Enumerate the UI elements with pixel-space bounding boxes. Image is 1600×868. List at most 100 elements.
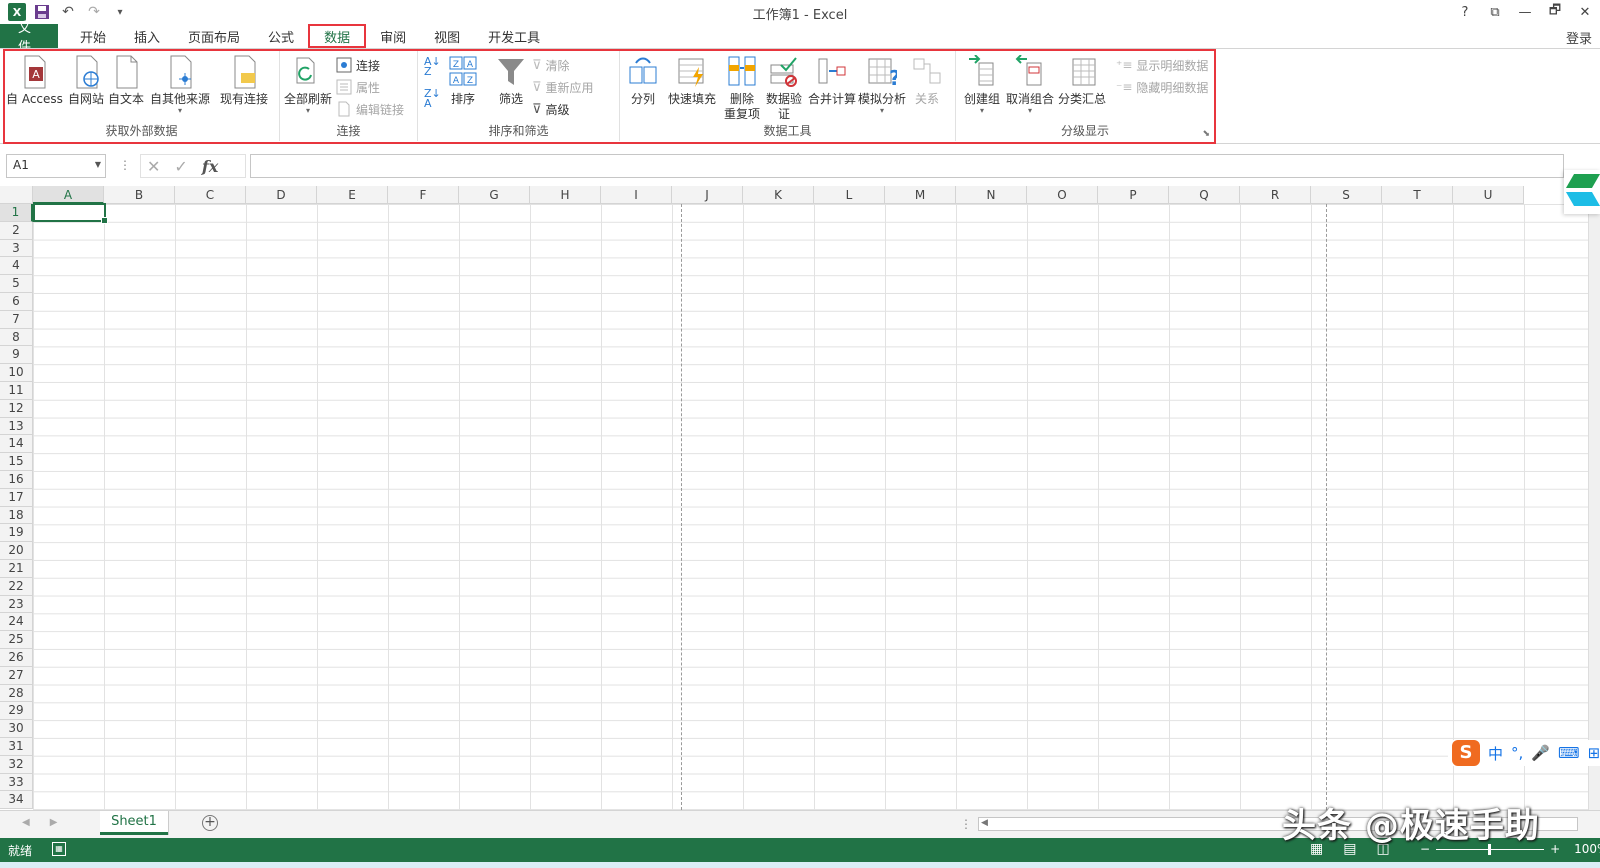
row-header[interactable]: 24 [0, 613, 33, 632]
column-header[interactable]: T [1382, 186, 1453, 204]
text-to-columns-button[interactable]: 分列 [628, 55, 658, 107]
microphone-icon[interactable]: 🎤 [1531, 744, 1550, 762]
row-header[interactable]: 3 [0, 239, 33, 258]
name-box[interactable]: A1 ▼ [6, 154, 106, 178]
column-header[interactable]: N [956, 186, 1027, 204]
tab-home[interactable]: 开始 [66, 24, 120, 48]
sort-ascending-button[interactable]: A↓ Z [424, 56, 441, 77]
row-header[interactable]: 8 [0, 328, 33, 347]
toolbox-icon[interactable]: ⊞ [1588, 744, 1600, 762]
column-header[interactable]: A [33, 186, 104, 204]
row-header[interactable]: 25 [0, 631, 33, 649]
ime-language[interactable]: 中 [1488, 743, 1503, 764]
row-header[interactable]: 31 [0, 738, 33, 756]
enter-icon[interactable]: ✓ [174, 157, 187, 176]
drag-handle-icon[interactable]: ⋮ [119, 158, 131, 172]
row-header[interactable]: 15 [0, 453, 33, 471]
filter-button[interactable]: 筛选 [496, 55, 526, 107]
close-icon[interactable]: ✕ [1576, 2, 1594, 22]
from-text-button[interactable]: 自文本 [108, 55, 144, 107]
macro-record-icon[interactable]: ▦ [52, 842, 66, 856]
vertical-scrollbar[interactable] [1588, 186, 1600, 810]
reapply-filter-button[interactable]: ⊽ 重新应用 [532, 77, 594, 97]
from-other-sources-button[interactable]: 自其他来源 ▾ [150, 55, 210, 115]
login-link[interactable]: 登录 [1566, 28, 1592, 47]
tab-insert[interactable]: 插入 [120, 24, 174, 48]
cell-area[interactable] [33, 204, 1588, 810]
column-header[interactable]: I [601, 186, 672, 204]
edit-links-button[interactable]: 编辑链接 [336, 99, 404, 119]
show-detail-button[interactable]: ⁺≡ 显示明细数据 [1116, 55, 1208, 75]
row-header[interactable]: 14 [0, 435, 33, 454]
active-cell[interactable] [33, 203, 108, 224]
column-header[interactable]: E [317, 186, 388, 204]
clear-filter-button[interactable]: ⊽ 清除 [532, 55, 570, 75]
column-header[interactable]: Q [1169, 186, 1240, 204]
side-app-logo[interactable] [1564, 170, 1600, 214]
help-icon[interactable]: ? [1456, 2, 1474, 22]
tab-data[interactable]: 数据 [308, 24, 367, 48]
select-all-corner[interactable] [0, 186, 33, 204]
scroll-left-icon[interactable]: ◀ [981, 818, 988, 828]
row-header[interactable]: 28 [0, 684, 33, 703]
row-header[interactable]: 17 [0, 488, 33, 507]
consolidate-button[interactable]: 合并计算 [808, 55, 856, 107]
row-header[interactable]: 2 [0, 221, 33, 240]
column-header[interactable]: M [885, 186, 956, 204]
sheet-tab[interactable]: Sheet1 [100, 811, 168, 835]
column-header[interactable]: C [175, 186, 246, 204]
flash-fill-button[interactable]: 快速填充 [668, 55, 716, 107]
column-header[interactable]: S [1311, 186, 1382, 204]
column-header[interactable]: O [1027, 186, 1098, 204]
advanced-filter-button[interactable]: ⊽ 高级 [532, 99, 570, 119]
tab-file[interactable]: 文件 [0, 21, 58, 55]
tab-page-layout[interactable]: 页面布局 [174, 24, 254, 48]
row-header[interactable]: 30 [0, 720, 33, 738]
add-sheet-icon[interactable]: + [202, 815, 218, 831]
next-sheet-icon[interactable]: ▶ [50, 817, 58, 828]
tab-developer[interactable]: 开发工具 [474, 24, 554, 48]
subtotal-button[interactable]: 分类汇总 [1058, 55, 1106, 107]
row-header[interactable]: 6 [0, 293, 33, 311]
row-header[interactable]: 20 [0, 542, 33, 560]
what-if-analysis-button[interactable]: ? 模拟分析 ▾ [858, 55, 906, 115]
row-header[interactable]: 7 [0, 310, 33, 329]
row-header[interactable]: 10 [0, 364, 33, 382]
row-header[interactable]: 1 [0, 204, 33, 222]
sort-descending-button[interactable]: Z↓ A [424, 88, 441, 109]
column-header[interactable]: B [104, 186, 175, 204]
hide-detail-button[interactable]: ⁻≡ 隐藏明细数据 [1116, 77, 1208, 97]
row-header[interactable]: 33 [0, 773, 33, 792]
punctuation-icon[interactable]: °, [1511, 744, 1523, 762]
row-header[interactable]: 18 [0, 506, 33, 525]
relationships-button[interactable]: 关系 [912, 55, 942, 107]
row-header[interactable]: 23 [0, 595, 33, 614]
row-header[interactable]: 19 [0, 524, 33, 543]
existing-connections-button[interactable]: 现有连接 [220, 55, 268, 107]
zoom-level[interactable]: 100% [1574, 842, 1600, 856]
row-header[interactable]: 9 [0, 346, 33, 365]
restore-icon[interactable]: 🗗 [1546, 2, 1564, 22]
tab-review[interactable]: 审阅 [366, 24, 420, 48]
row-header[interactable]: 21 [0, 560, 33, 578]
formula-input[interactable] [250, 154, 1564, 178]
row-header[interactable]: 26 [0, 649, 33, 667]
column-header[interactable]: L [814, 186, 885, 204]
column-header[interactable]: U [1453, 186, 1524, 204]
insert-function-icon[interactable]: fx [202, 157, 218, 176]
column-header[interactable]: R [1240, 186, 1311, 204]
column-header[interactable]: D [246, 186, 317, 204]
chevron-down-icon[interactable]: ▼ [95, 160, 101, 169]
group-button[interactable]: 创建组 ▾ [964, 55, 1000, 115]
drag-handle-icon[interactable]: ⋮ [960, 817, 972, 831]
tab-view[interactable]: 视图 [420, 24, 474, 48]
zoom-in-icon[interactable]: + [1550, 842, 1560, 856]
row-header[interactable]: 16 [0, 471, 33, 489]
ungroup-button[interactable]: 取消组合 ▾ [1006, 55, 1054, 115]
sort-button[interactable]: ZAAZ 排序 [448, 55, 478, 107]
row-header[interactable]: 34 [0, 791, 33, 810]
dialog-launcher-icon[interactable]: ⬊ [1202, 129, 1210, 139]
remove-duplicates-button[interactable]: 删除 重复项 [724, 55, 760, 122]
column-header[interactable]: K [743, 186, 814, 204]
connections-button[interactable]: 连接 [336, 55, 380, 75]
